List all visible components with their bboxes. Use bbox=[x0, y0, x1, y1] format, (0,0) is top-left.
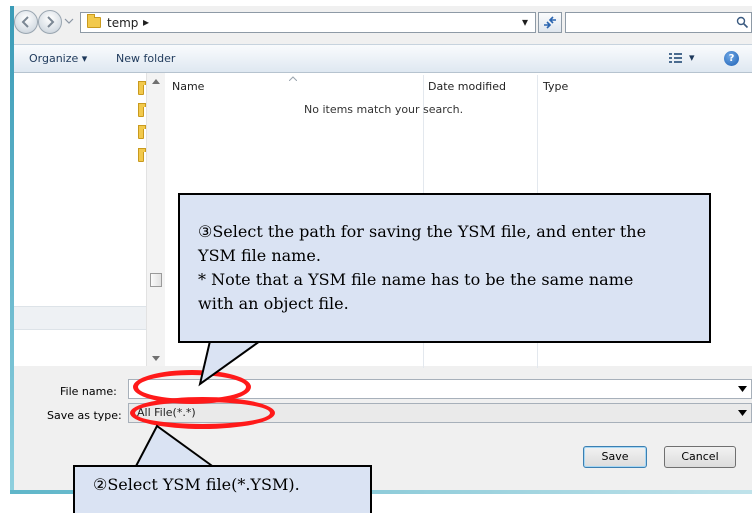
forward-button[interactable] bbox=[38, 10, 62, 34]
scroll-down-icon[interactable] bbox=[151, 355, 161, 363]
column-header-date-modified[interactable]: Date modified bbox=[428, 78, 506, 96]
navigation-divider-band bbox=[14, 306, 164, 330]
arrow-right-icon bbox=[47, 16, 55, 28]
search-icon bbox=[736, 16, 749, 29]
scrollbar-thumb[interactable] bbox=[150, 273, 162, 287]
empty-list-message: No items match your search. bbox=[304, 103, 464, 116]
file-name-label: File name: bbox=[60, 385, 117, 398]
breadcrumb-temp[interactable]: temp bbox=[107, 16, 138, 30]
address-bar[interactable]: temp ▸ ▾ bbox=[80, 12, 536, 33]
command-toolbar: Organize ▾ New folder ▾ ? bbox=[14, 44, 752, 73]
folder-icon[interactable] bbox=[138, 148, 146, 162]
new-folder-button[interactable]: New folder bbox=[116, 52, 175, 65]
view-list-icon bbox=[669, 53, 682, 63]
scroll-up-icon[interactable] bbox=[151, 77, 161, 85]
callout-select-type: ②Select YSM file(*.YSM). bbox=[73, 465, 372, 513]
refresh-icon bbox=[544, 16, 556, 29]
save-as-type-label: Save as type: bbox=[47, 409, 122, 422]
folder-icon[interactable] bbox=[138, 81, 146, 95]
cancel-button[interactable]: Cancel bbox=[664, 446, 736, 468]
view-dropdown-icon: ▾ bbox=[689, 51, 695, 64]
help-icon: ? bbox=[728, 53, 735, 64]
recent-locations-button[interactable] bbox=[64, 16, 74, 26]
organize-button[interactable]: Organize ▾ bbox=[29, 52, 87, 65]
callout-line: YSM file name. bbox=[198, 246, 321, 265]
callout-line: with an object file. bbox=[198, 294, 349, 313]
breadcrumb-arrow-icon[interactable]: ▸ bbox=[143, 15, 149, 29]
folder-icon bbox=[87, 14, 101, 28]
chevron-down-icon[interactable] bbox=[738, 410, 747, 416]
folder-icon[interactable] bbox=[138, 103, 146, 117]
help-button[interactable]: ? bbox=[724, 51, 739, 66]
callout-line: * Note that a YSM file name has to be th… bbox=[198, 270, 634, 289]
callout-line: ②Select YSM file(*.YSM). bbox=[93, 475, 300, 494]
back-button[interactable] bbox=[14, 10, 38, 34]
callout-pointer bbox=[198, 340, 261, 387]
save-button[interactable]: Save bbox=[583, 446, 647, 468]
column-header-name[interactable]: Name bbox=[172, 78, 204, 96]
search-input[interactable] bbox=[565, 12, 752, 33]
address-dropdown-icon[interactable]: ▾ bbox=[522, 15, 528, 29]
sort-up-icon bbox=[289, 76, 297, 81]
callout-select-path: ③Select the path for saving the YSM file… bbox=[178, 193, 711, 343]
callout-pointer bbox=[135, 424, 216, 470]
chevron-down-icon bbox=[64, 18, 74, 24]
arrow-left-icon bbox=[21, 16, 29, 28]
callout-line: ③Select the path for saving the YSM file… bbox=[198, 222, 647, 241]
view-options-button[interactable]: ▾ bbox=[669, 51, 699, 66]
refresh-button[interactable] bbox=[538, 12, 562, 33]
chevron-down-icon[interactable] bbox=[738, 386, 747, 392]
folder-icon[interactable] bbox=[138, 125, 146, 139]
column-header-type[interactable]: Type bbox=[543, 78, 568, 96]
navigation-scrollbar[interactable] bbox=[146, 73, 165, 366]
